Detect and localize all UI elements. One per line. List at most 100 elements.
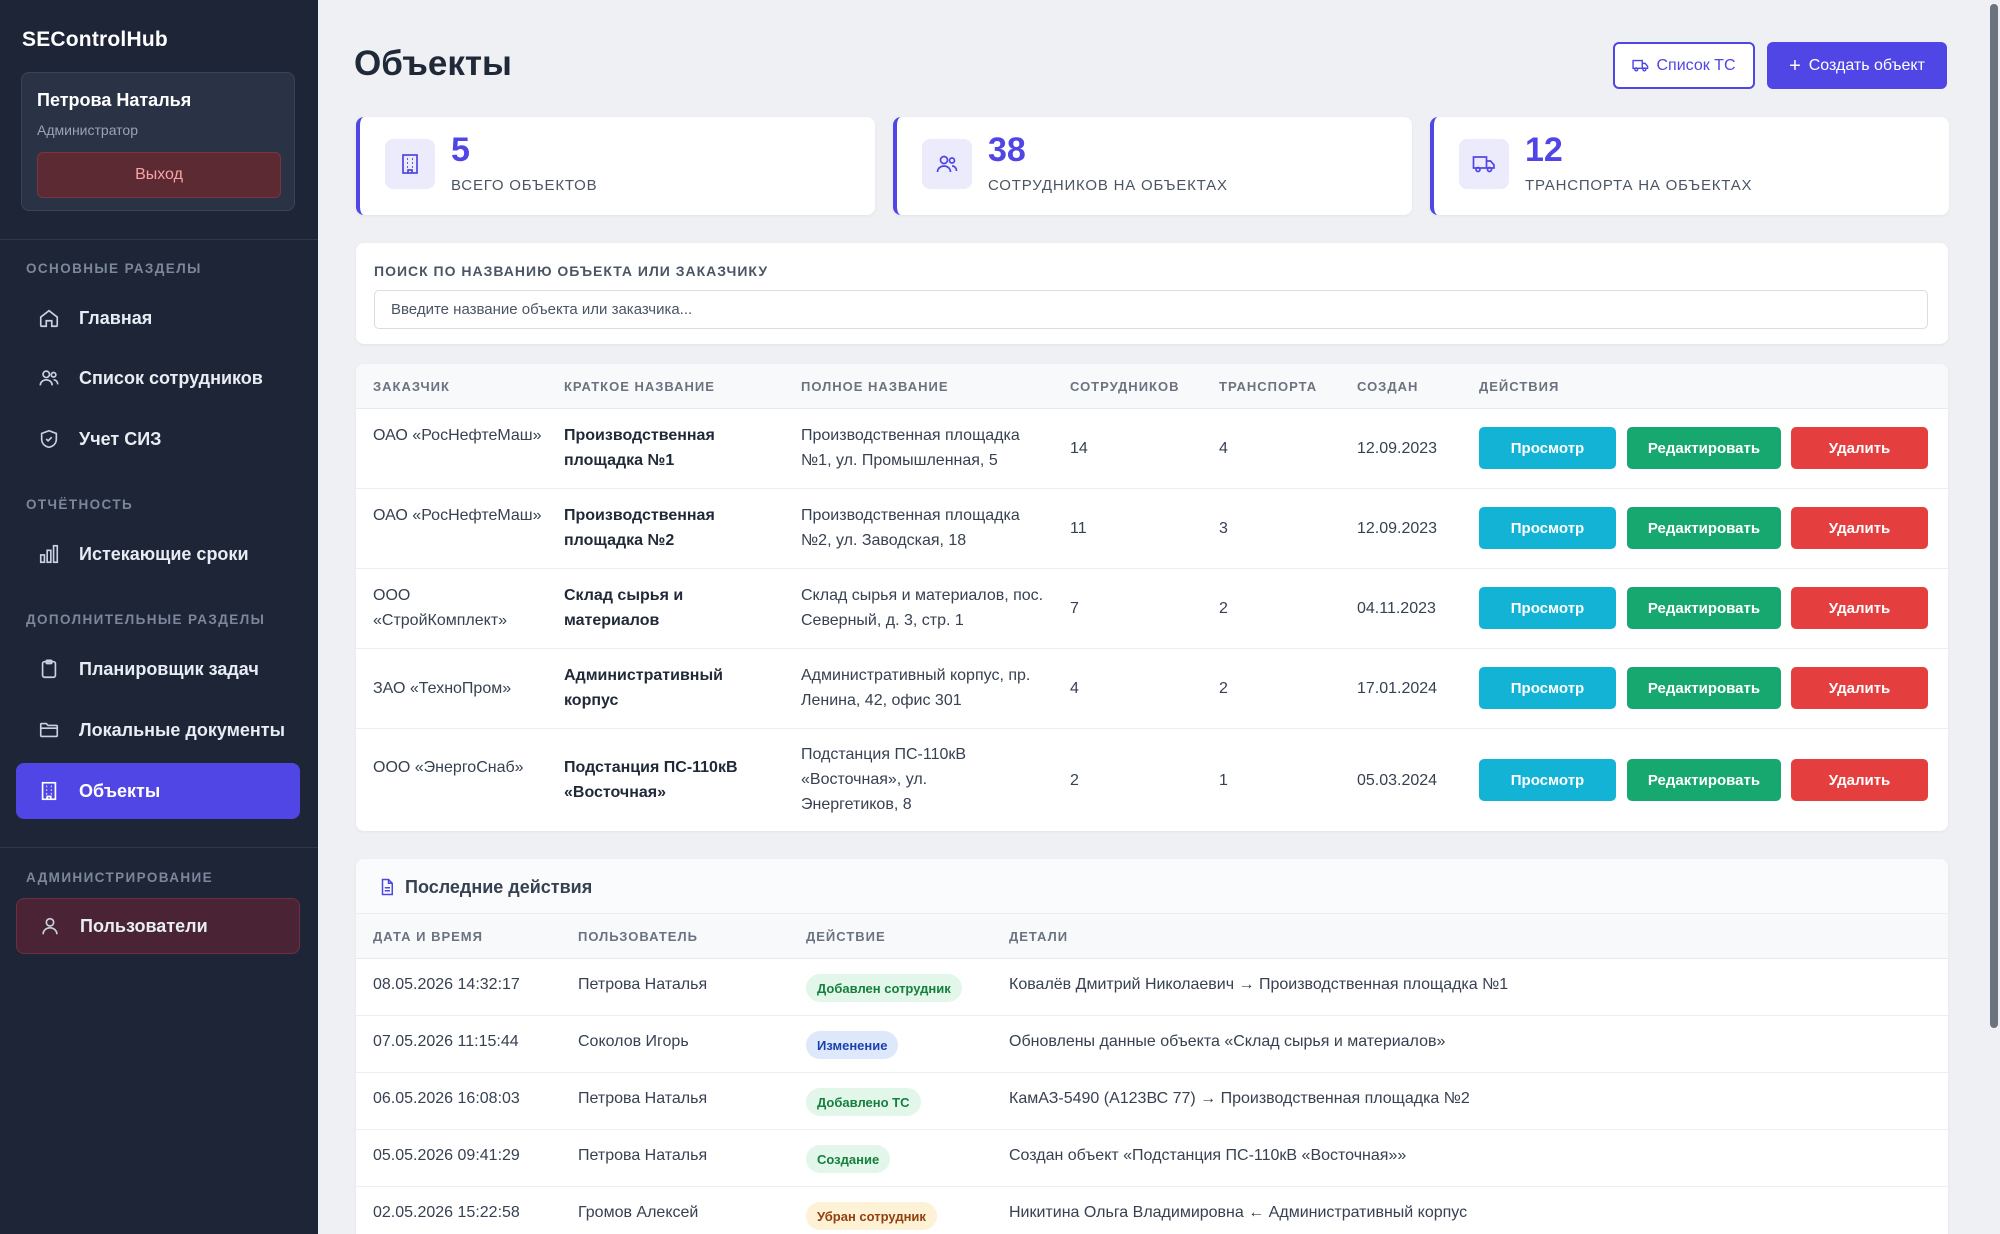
stat-label: СОТРУДНИКОВ НА ОБЪЕКТАХ [988, 177, 1228, 194]
view-button[interactable]: Просмотр [1479, 507, 1616, 549]
cell-employees: 7 [1070, 600, 1079, 617]
cell-created: 12.09.2023 [1357, 520, 1438, 537]
table-header: ЗАКАЗЧИК КРАТКОЕ НАЗВАНИЕ ПОЛНОЕ НАЗВАНИ… [356, 364, 1948, 409]
user-icon [39, 915, 61, 937]
search-label: ПОИСК ПО НАЗВАНИЮ ОБЪЕКТА ИЛИ ЗАКАЗЧИКУ [374, 263, 769, 279]
cell-transport: 2 [1219, 600, 1228, 617]
sidebar-item-label: Истекающие сроки [79, 543, 249, 564]
page-scrollbar[interactable] [1988, 0, 2000, 1234]
sidebar-item-users[interactable]: Пользователи [16, 898, 300, 954]
view-button[interactable]: Просмотр [1479, 427, 1616, 469]
column-header: СОЗДАН [1357, 379, 1419, 394]
view-button[interactable]: Просмотр [1479, 667, 1616, 709]
vehicles-list-button[interactable]: Список ТС [1613, 42, 1755, 89]
vehicles-list-label: Список ТС [1656, 56, 1736, 74]
column-header: ПОЛНОЕ НАЗВАНИЕ [801, 379, 949, 394]
search-card: ПОИСК ПО НАЗВАНИЮ ОБЪЕКТА ИЛИ ЗАКАЗЧИКУ [356, 243, 1948, 344]
activity-user: Соколов Игорь [578, 1033, 689, 1050]
cell-employees: 4 [1070, 680, 1079, 697]
cell-transport: 3 [1219, 520, 1228, 537]
user-role: Администратор [37, 122, 139, 138]
cell-customer: ОАО «РосНефтеМаш» [373, 427, 542, 444]
stat-card-transport: 12 ТРАНСПОРТА НА ОБЪЕКТАХ [1430, 117, 1949, 215]
activity-row: 06.05.2026 16:08:03 Петрова Наталья Доба… [356, 1073, 1948, 1130]
sidebar-item-label: Главная [79, 307, 153, 328]
sidebar-item-label: Список сотрудников [79, 367, 263, 388]
sidebar-divider [0, 239, 318, 240]
activity-details: Ковалёв Дмитрий Николаевич → Производств… [1009, 976, 1509, 993]
activity-datetime: 06.05.2026 16:08:03 [373, 1090, 520, 1107]
shield-icon [38, 428, 60, 450]
stat-label: ТРАНСПОРТА НА ОБЪЕКТАХ [1525, 177, 1753, 194]
activity-user: Петрова Наталья [578, 976, 708, 993]
cell-short-name: Административный корпус [564, 667, 723, 709]
user-card: Петрова Наталья Администратор Выход [21, 72, 295, 211]
view-button[interactable]: Просмотр [1479, 587, 1616, 629]
sidebar-item-employees[interactable]: Список сотрудников [16, 350, 300, 406]
sidebar-item-ppe[interactable]: Учет СИЗ [16, 411, 300, 467]
edit-button[interactable]: Редактировать [1627, 759, 1781, 801]
sidebar-item-docs[interactable]: Локальные документы [16, 702, 300, 758]
cell-transport: 2 [1219, 680, 1228, 697]
table-row: ОАО «РосНефтеМаш» Производственная площа… [356, 409, 1948, 489]
cell-customer: ЗАО «ТехноПром» [373, 680, 512, 697]
sidebar-item-objects[interactable]: Объекты [16, 763, 300, 819]
edit-button[interactable]: Редактировать [1627, 507, 1781, 549]
truck-icon [1459, 139, 1509, 189]
cell-short-name: Производственная площадка №1 [564, 427, 715, 469]
sidebar-item-label: Учет СИЗ [79, 428, 162, 449]
sidebar-item-planner[interactable]: Планировщик задач [16, 641, 300, 697]
activity-user: Громов Алексей [578, 1204, 699, 1221]
cell-created: 17.01.2024 [1357, 680, 1438, 697]
activity-row: 08.05.2026 14:32:17 Петрова Наталья Доба… [356, 959, 1948, 1016]
activity-details: Создан объект «Подстанция ПС-110кВ «Вост… [1009, 1147, 1407, 1164]
section-title-main: ОСНОВНЫЕ РАЗДЕЛЫ [26, 261, 202, 276]
cell-full-name: Склад сырья и материалов, пос. Северный,… [801, 587, 1044, 629]
delete-button[interactable]: Удалить [1791, 507, 1928, 549]
view-button[interactable]: Просмотр [1479, 759, 1616, 801]
action-badge: Убран сотрудник [806, 1202, 937, 1230]
create-object-button[interactable]: + Создать объект [1767, 42, 1947, 89]
sidebar-divider [0, 847, 318, 848]
cell-created: 12.09.2023 [1357, 440, 1438, 457]
delete-button[interactable]: Удалить [1791, 759, 1928, 801]
action-badge: Изменение [806, 1031, 899, 1059]
sidebar-item-expiring[interactable]: Истекающие сроки [16, 526, 300, 582]
logout-button[interactable]: Выход [37, 152, 281, 198]
sidebar: SEControlHub Петрова Наталья Администрат… [0, 0, 318, 1234]
delete-button[interactable]: Удалить [1791, 427, 1928, 469]
delete-button[interactable]: Удалить [1791, 587, 1928, 629]
sidebar-item-home[interactable]: Главная [16, 290, 300, 346]
search-input[interactable] [374, 290, 1928, 329]
cell-short-name: Подстанция ПС-110кВ «Восточная» [564, 759, 738, 801]
scrollbar-thumb[interactable] [1990, 4, 1998, 1028]
edit-button[interactable]: Редактировать [1627, 427, 1781, 469]
stat-card-employees: 38 СОТРУДНИКОВ НА ОБЪЕКТАХ [893, 117, 1412, 215]
activity-datetime: 07.05.2026 11:15:44 [373, 1033, 519, 1050]
activity-details: Обновлены данные объекта «Склад сырья и … [1009, 1033, 1446, 1050]
stat-label: ВСЕГО ОБЪЕКТОВ [451, 177, 598, 194]
cell-short-name: Производственная площадка №2 [564, 507, 715, 549]
action-badge: Создание [806, 1145, 891, 1173]
cell-customer: ООО «ЭнергоСнаб» [373, 759, 524, 776]
stat-card-objects: 5 ВСЕГО ОБЪЕКТОВ [356, 117, 875, 215]
plus-icon: + [1789, 54, 1801, 77]
column-header: ПОЛЬЗОВАТЕЛЬ [578, 929, 698, 944]
sidebar-item-label: Объекты [79, 780, 161, 801]
users-icon [38, 367, 60, 389]
document-icon [378, 878, 396, 896]
app-brand: SEControlHub [22, 28, 168, 51]
activity-header: Последние действия [356, 859, 1948, 914]
section-title-extra: ДОПОЛНИТЕЛЬНЫЕ РАЗДЕЛЫ [26, 612, 266, 627]
edit-button[interactable]: Редактировать [1627, 667, 1781, 709]
delete-button[interactable]: Удалить [1791, 667, 1928, 709]
create-object-label: Создать объект [1808, 56, 1925, 74]
cell-customer: ООО «СтройКомплект» [373, 587, 508, 629]
activity-datetime: 05.05.2026 09:41:29 [373, 1147, 520, 1164]
table-row: ООО «СтройКомплект» Склад сырья и матери… [356, 569, 1948, 649]
column-header: СОТРУДНИКОВ [1070, 379, 1180, 394]
clipboard-icon [38, 658, 60, 680]
folder-icon [38, 719, 60, 741]
activity-user: Петрова Наталья [578, 1090, 708, 1107]
edit-button[interactable]: Редактировать [1627, 587, 1781, 629]
